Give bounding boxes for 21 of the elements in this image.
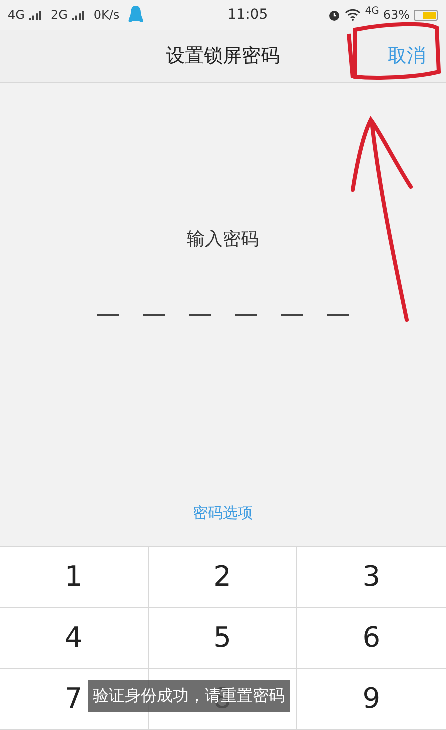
network-type: 4G <box>8 7 25 24</box>
keypad-key[interactable]: 5 <box>148 608 298 669</box>
keypad-key[interactable]: 4 <box>0 608 149 669</box>
prompt-text: 输入密码 <box>187 228 259 252</box>
clock: 11:05 <box>226 6 268 24</box>
penguin-icon <box>128 5 144 25</box>
network-type: 4G <box>365 4 380 18</box>
network-speed: 0K/s <box>94 7 120 24</box>
signal-icon <box>28 10 43 20</box>
keypad-key[interactable]: 3 <box>297 547 446 608</box>
keypad-key[interactable]: 1 <box>0 547 149 608</box>
battery-icon <box>414 10 438 20</box>
keypad-key[interactable]: 9 <box>297 669 446 730</box>
battery-percent: 63% <box>383 7 410 24</box>
alarm-icon <box>328 8 342 22</box>
wifi-icon <box>345 9 362 21</box>
network-type: 2G <box>50 7 68 24</box>
page-title: 设置锁屏密码 <box>166 44 280 69</box>
keypad-key[interactable]: 2 <box>148 547 298 608</box>
signal-icon <box>72 10 86 20</box>
keypad-key[interactable]: 6 <box>297 608 446 669</box>
